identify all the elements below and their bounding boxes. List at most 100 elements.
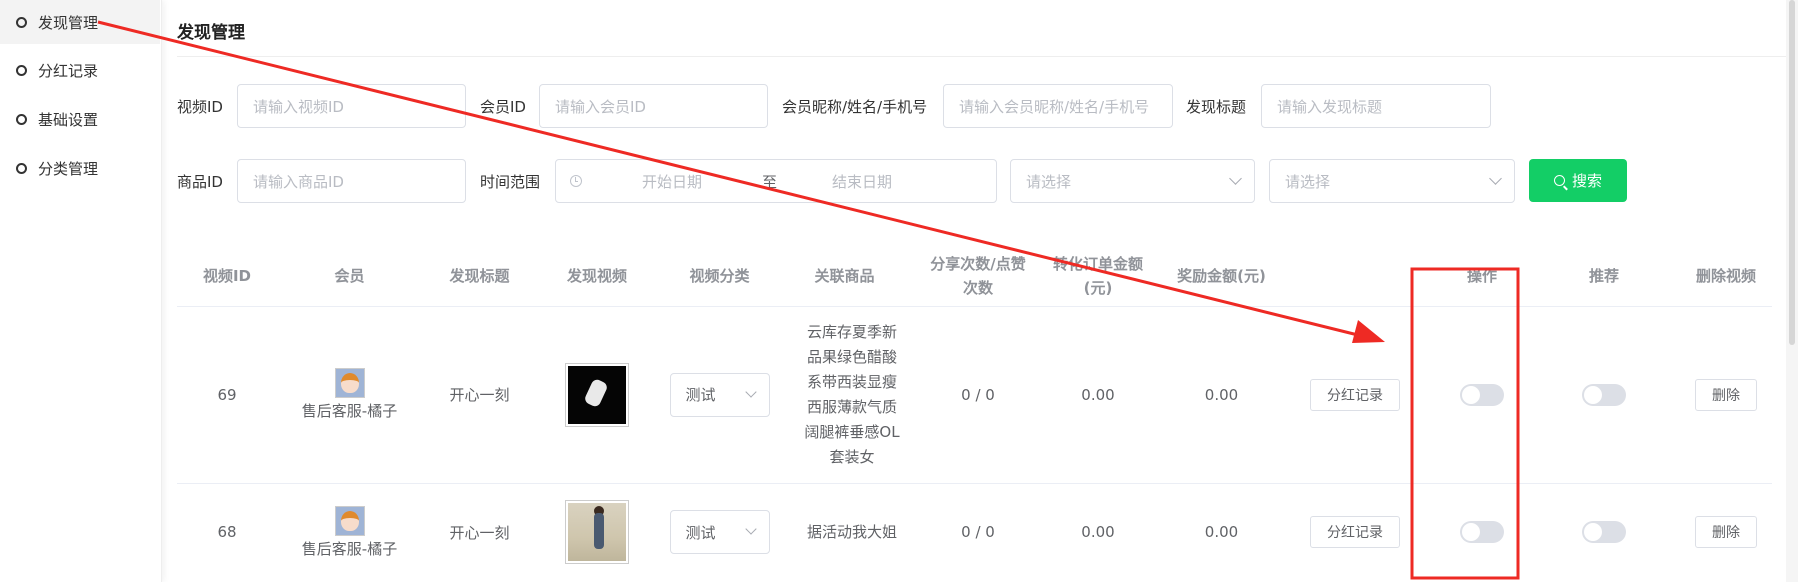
member-id-input[interactable]: 请输入会员ID: [539, 84, 768, 128]
member-id-label: 会员ID: [480, 98, 526, 116]
category-value: 测试: [685, 523, 716, 542]
cell-share-like: 0 / 0: [961, 523, 995, 541]
avatar: [334, 505, 365, 536]
cell-delete: 删除: [1665, 307, 1787, 482]
dividend-record-button[interactable]: 分红记录: [1310, 378, 1400, 411]
cell-title: 开心一刻: [449, 523, 510, 542]
cell-video: [537, 307, 657, 482]
col-header-delete: 删除视频: [1695, 267, 1756, 285]
member-name: 售后客服-橘子: [301, 539, 398, 558]
category-value: 测试: [685, 386, 716, 404]
cell-share-like: 0 / 0: [961, 385, 995, 404]
start-date-input[interactable]: 开始日期: [642, 171, 762, 192]
operation-toggle[interactable]: [1460, 383, 1504, 406]
cell-operation: [1421, 484, 1543, 580]
time-range-label: 时间范围: [480, 173, 541, 191]
date-range-picker[interactable]: 开始日期 至 结束日期: [555, 159, 997, 203]
cell-video: [537, 484, 657, 580]
main-content: 发现管理 视频ID 请输入视频ID 会员ID 请输入会员ID 会员昵称/姓名/手…: [162, 0, 1787, 582]
col-header-record: [1289, 248, 1421, 304]
cell-operation: [1421, 307, 1543, 482]
dividend-record-button[interactable]: 分红记录: [1310, 516, 1400, 548]
cell-order-amount: 0.00: [1081, 385, 1115, 404]
cell-category: 测试: [657, 307, 782, 482]
cell-title: 开心一刻: [449, 386, 510, 404]
category-select[interactable]: 测试: [669, 372, 770, 417]
category-select[interactable]: 请选择: [1010, 159, 1255, 203]
member-name: 售后客服-橘子: [301, 402, 398, 420]
category-select-value: 请选择: [1026, 172, 1072, 191]
col-header-share-like: 分享次数/点赞次数: [930, 255, 1026, 297]
delete-button[interactable]: 删除: [1695, 516, 1757, 548]
cell-reward: 0.00: [1204, 385, 1239, 404]
sidebar-item-label: 分红记录: [38, 61, 99, 80]
cell-reward: 0.00: [1204, 523, 1239, 541]
cell-record: 分红记录: [1289, 484, 1421, 580]
sidebar: 发现管理 分红记录 基础设置 分类管理: [0, 0, 162, 582]
cell-record: 分红记录: [1289, 307, 1421, 482]
video-thumbnail[interactable]: [565, 500, 629, 564]
col-header-category: 视频分类: [689, 267, 750, 285]
avatar: [334, 368, 365, 398]
col-header-recommend: 推荐: [1588, 267, 1619, 285]
goods-id-label: 商品ID: [177, 173, 223, 191]
sidebar-item-discovery[interactable]: 发现管理: [0, 0, 160, 44]
sidebar-item-dividend-records[interactable]: 分红记录: [0, 48, 160, 92]
circle-icon: [16, 64, 27, 76]
col-header-operation: 操作: [1466, 267, 1497, 285]
video-id-input[interactable]: 请输入视频ID: [237, 84, 466, 128]
goods-id-input[interactable]: 请输入商品ID: [237, 159, 466, 203]
scrollbar-thumb[interactable]: [1789, 0, 1795, 345]
search-icon: [1553, 175, 1565, 186]
chevron-down-icon: [744, 385, 757, 398]
col-header-video-id: 视频ID: [202, 267, 252, 285]
circle-icon: [16, 113, 27, 125]
sidebar-item-label: 分类管理: [38, 159, 99, 178]
delete-button[interactable]: 删除: [1695, 378, 1757, 411]
page-title: 发现管理: [177, 23, 245, 43]
title-input[interactable]: 请输入发现标题: [1261, 84, 1491, 128]
cell-category: 测试: [657, 484, 782, 580]
sidebar-item-basic-settings[interactable]: 基础设置: [0, 97, 160, 141]
divider: [177, 56, 1787, 57]
video-id-label: 视频ID: [177, 98, 223, 116]
title-label: 发现标题: [1186, 98, 1247, 116]
member-name-label: 会员昵称/姓名/手机号: [782, 98, 928, 116]
cell-video-id: 68: [217, 523, 237, 541]
search-button[interactable]: 搜索: [1529, 159, 1627, 202]
col-header-order-amount: 转化订单金额(元): [1052, 255, 1143, 297]
chevron-down-icon: [744, 523, 757, 535]
range-separator: 至: [762, 172, 778, 191]
col-header-video: 发现视频: [566, 267, 627, 285]
sidebar-item-label: 基础设置: [38, 110, 99, 129]
recommend-toggle[interactable]: [1582, 383, 1626, 406]
cell-goods: 据活动我大姐: [806, 522, 897, 541]
cell-member: 售后客服-橘子: [277, 307, 422, 482]
cell-recommend: [1543, 484, 1665, 580]
sidebar-item-label: 发现管理: [38, 13, 99, 32]
cell-delete: 删除: [1665, 484, 1787, 580]
video-thumbnail[interactable]: [565, 362, 629, 427]
cell-member: 售后客服-橘子: [277, 484, 422, 580]
search-button-label: 搜索: [1571, 172, 1602, 190]
member-name-input[interactable]: 请输入会员昵称/姓名/手机号: [943, 84, 1173, 128]
circle-icon: [16, 162, 27, 174]
chevron-down-icon: [1229, 172, 1242, 185]
operation-toggle[interactable]: [1460, 521, 1504, 543]
end-date-input[interactable]: 结束日期: [832, 171, 972, 192]
category-select[interactable]: 测试: [669, 510, 770, 554]
col-header-goods: 关联商品: [814, 267, 875, 285]
cell-recommend: [1543, 307, 1665, 482]
col-header-member: 会员: [334, 267, 365, 285]
status-select[interactable]: 请选择: [1269, 159, 1515, 203]
chevron-down-icon: [1489, 172, 1502, 185]
cell-video-id: 69: [217, 385, 237, 404]
recommend-toggle[interactable]: [1582, 521, 1626, 543]
cell-order-amount: 0.00: [1081, 523, 1115, 541]
status-select-value: 请选择: [1285, 172, 1331, 191]
col-header-reward: 奖励金额(元): [1177, 267, 1266, 285]
sidebar-item-category-management[interactable]: 分类管理: [0, 146, 160, 190]
clock-icon: [570, 175, 582, 187]
vertical-scrollbar[interactable]: [1786, 0, 1798, 582]
col-header-title: 发现标题: [449, 267, 510, 285]
